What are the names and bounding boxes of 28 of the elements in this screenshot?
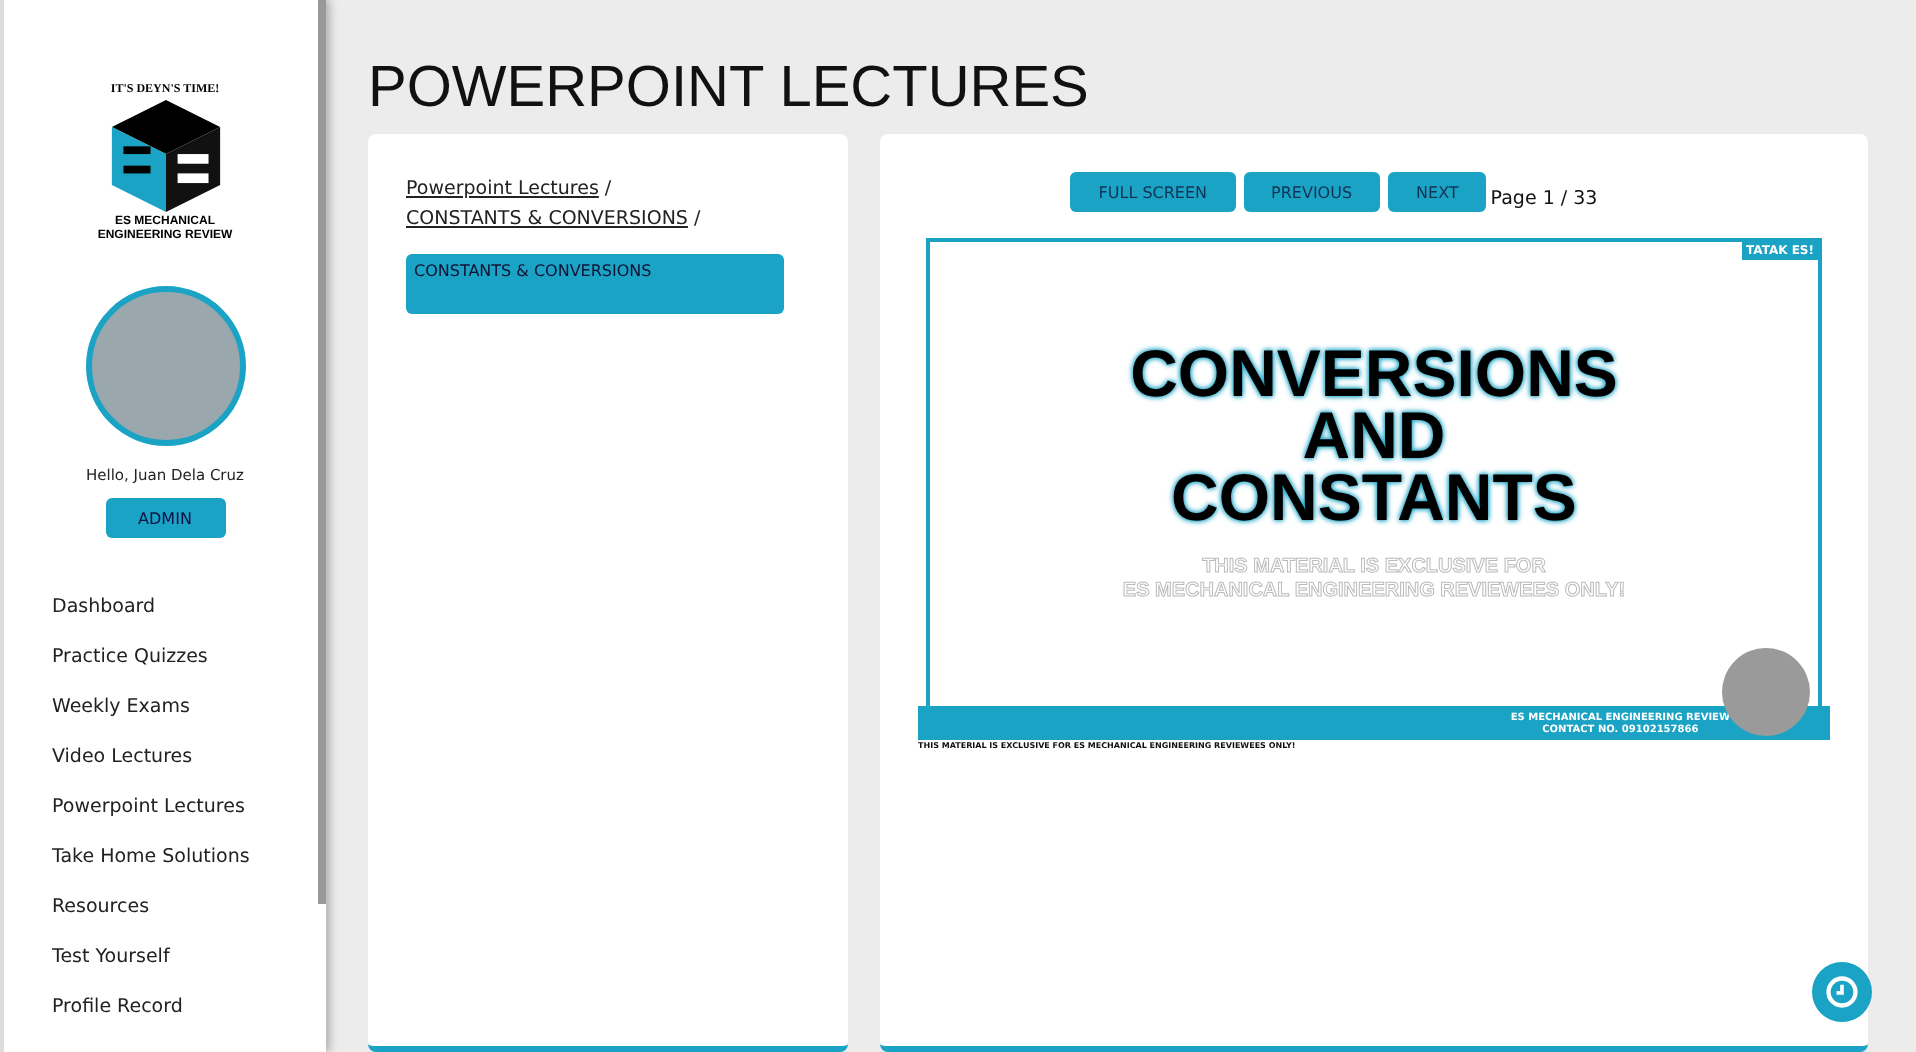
page-title: POWERPOINT LECTURES: [368, 56, 1091, 122]
cube-logo-icon: [107, 96, 223, 216]
sidebar-item[interactable]: Resources: [52, 882, 326, 933]
breadcrumb-link[interactable]: Powerpoint Lectures: [406, 178, 599, 200]
sidebar-item[interactable]: Powerpoint Lectures: [52, 782, 326, 833]
breadcrumb-separator: /: [602, 178, 614, 200]
sidebar-item[interactable]: Profile Record: [52, 982, 326, 1033]
sidebar-item[interactable]: Weekly Exams: [52, 682, 326, 733]
slide-notice: ES MECHANICAL ENGINEERING REVIEWEES ONLY!: [1122, 580, 1626, 604]
sidebar-item[interactable]: Video Lectures: [52, 732, 326, 783]
sidebar-item[interactable]: Test Yourself: [52, 932, 326, 983]
lecture-item[interactable]: CONSTANTS & CONVERSIONS: [406, 254, 784, 314]
viewer-button[interactable]: NEXT: [1388, 172, 1487, 212]
breadcrumb-link[interactable]: CONSTANTS & CONVERSIONS: [406, 208, 688, 230]
breadcrumb-separator: /: [691, 208, 703, 230]
admin-button[interactable]: ADMIN: [105, 498, 225, 539]
slide-notice: THIS MATERIAL IS EXCLUSIVE FOR: [1202, 556, 1546, 580]
slide-title: CONSTANTS: [1171, 466, 1577, 528]
sidebar-item[interactable]: Take Home Solutions: [52, 832, 326, 883]
sidebar-item[interactable]: Dashboard: [52, 582, 326, 633]
viewer-button[interactable]: FULL SCREEN: [1070, 172, 1236, 212]
slide-title: CONVERSIONS: [1130, 342, 1618, 404]
slide-title: AND: [1302, 404, 1446, 466]
clock-icon: [1824, 974, 1860, 1010]
scrollbar[interactable]: [318, 0, 326, 904]
sidebar-item[interactable]: Practice Quizzes: [52, 632, 326, 683]
page-indicator: Page 1 / 33: [1490, 187, 1598, 209]
viewer-button[interactable]: PREVIOUS: [1243, 172, 1381, 212]
